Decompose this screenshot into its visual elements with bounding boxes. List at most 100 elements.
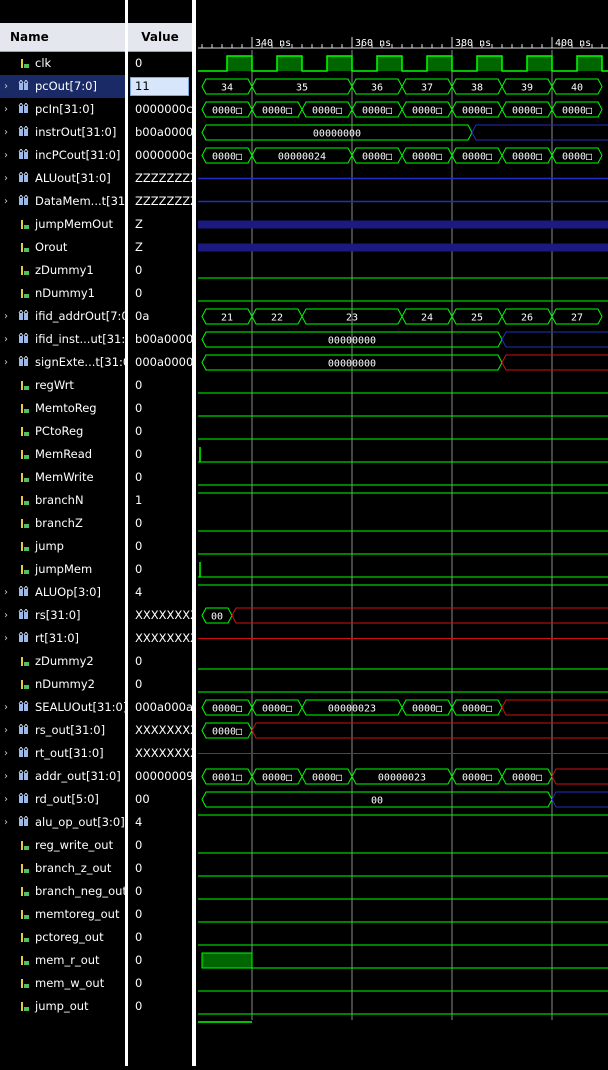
signal-row-name[interactable]: memtoreg_out — [0, 903, 125, 926]
signal-row-name[interactable]: clk — [0, 52, 125, 75]
signal-row-value[interactable]: 0 — [128, 282, 192, 305]
signal-row-value[interactable]: 0 — [128, 52, 192, 75]
signal-row-name[interactable]: mem_w_out — [0, 972, 125, 995]
signal-row-name[interactable]: nDummy1 — [0, 282, 125, 305]
pane-divider[interactable] — [192, 0, 196, 1066]
chevron-right-icon[interactable]: › — [4, 788, 14, 811]
signal-row-name[interactable]: branchN — [0, 489, 125, 512]
signal-row-name[interactable]: › instrOut[31:0] — [0, 121, 125, 144]
signal-row-value[interactable]: 4 — [128, 581, 192, 604]
signal-row-value[interactable]: 0 — [128, 926, 192, 949]
signal-row-value[interactable]: 1 — [128, 489, 192, 512]
signal-row-name[interactable]: › SEALUOut[31:0] — [0, 696, 125, 719]
waveform-pane[interactable]: 340 ns 360 ns 380 ns 400 ns 34 35 36 37 38 39 40 00… — [198, 0, 608, 1066]
signal-row-name[interactable]: jump_out — [0, 995, 125, 1018]
chevron-right-icon[interactable]: › — [4, 305, 14, 328]
chevron-right-icon[interactable]: › — [4, 144, 14, 167]
signal-row-value[interactable]: 0 — [128, 420, 192, 443]
signal-row-name[interactable]: › incPCout[31:0] — [0, 144, 125, 167]
chevron-right-icon[interactable]: › — [4, 604, 14, 627]
signal-row-name[interactable]: › ifid_inst...ut[31:0] — [0, 328, 125, 351]
chevron-right-icon[interactable]: › — [4, 75, 14, 98]
signal-row-value[interactable]: XXXXXXXX — [128, 719, 192, 742]
signal-row-value[interactable]: 0 — [128, 259, 192, 282]
signal-row-value[interactable]: 0 — [128, 650, 192, 673]
signal-row-value[interactable]: 0 — [128, 443, 192, 466]
signal-row-value[interactable]: 0 — [128, 512, 192, 535]
chevron-right-icon[interactable]: › — [4, 696, 14, 719]
signal-row-value[interactable]: XXXXXXXX — [128, 604, 192, 627]
signal-row-value[interactable]: Z — [128, 236, 192, 259]
signal-row-name[interactable]: reg_write_out — [0, 834, 125, 857]
chevron-right-icon[interactable]: › — [4, 351, 14, 374]
signal-row-name[interactable]: › pcOut[7:0] — [0, 75, 125, 98]
signal-row-name[interactable]: › addr_out[31:0] — [0, 765, 125, 788]
signal-row-name[interactable]: jump — [0, 535, 125, 558]
signal-row-name[interactable]: › rs_out[31:0] — [0, 719, 125, 742]
chevron-right-icon[interactable]: › — [4, 581, 14, 604]
signal-row-value[interactable]: 000a000a — [128, 696, 192, 719]
chevron-right-icon[interactable]: › — [4, 811, 14, 834]
signal-row-value[interactable]: Z — [128, 213, 192, 236]
signal-row-name[interactable]: › ALUOp[3:0] — [0, 581, 125, 604]
chevron-right-icon[interactable]: › — [4, 98, 14, 121]
waveform-canvas[interactable]: 340 ns 360 ns 380 ns 400 ns 34 35 36 37 38 39 40 00… — [198, 0, 608, 1066]
signal-row-value[interactable]: 000a0000 — [128, 351, 192, 374]
value-column-header[interactable]: Value — [128, 23, 192, 52]
signal-row-value[interactable]: 0 — [128, 834, 192, 857]
signal-row-value[interactable]: 0 — [128, 903, 192, 926]
signal-row-value[interactable]: 0 — [128, 995, 192, 1018]
signal-row-value[interactable]: ZZZZZZZZ — [128, 190, 192, 213]
chevron-right-icon[interactable]: › — [4, 719, 14, 742]
signal-row-name[interactable]: zDummy1 — [0, 259, 125, 282]
signal-row-value[interactable]: b00a0000 — [128, 328, 192, 351]
signal-row-value[interactable]: 0 — [128, 374, 192, 397]
signal-row-value[interactable]: 0 — [128, 880, 192, 903]
chevron-right-icon[interactable]: › — [4, 121, 14, 144]
signal-row-name[interactable]: › alu_op_out[3:0] — [0, 811, 125, 834]
signal-row-name[interactable]: zDummy2 — [0, 650, 125, 673]
signal-row-name[interactable]: Orout — [0, 236, 125, 259]
name-column-header[interactable]: Name — [0, 23, 125, 52]
signal-row-name[interactable]: jumpMem — [0, 558, 125, 581]
signal-row-value[interactable]: 11 — [128, 75, 192, 98]
signal-row-value[interactable]: 00 — [128, 788, 192, 811]
signal-row-name[interactable]: branch_neg_out — [0, 880, 125, 903]
chevron-right-icon[interactable]: › — [4, 627, 14, 650]
signal-row-name[interactable]: PCtoReg — [0, 420, 125, 443]
chevron-right-icon[interactable]: › — [4, 167, 14, 190]
signal-row-name[interactable]: › DataMem...t[31:0] — [0, 190, 125, 213]
signal-row-name[interactable]: › signExte...t[31:0] — [0, 351, 125, 374]
chevron-right-icon[interactable]: › — [4, 765, 14, 788]
signal-row-name[interactable]: MemRead — [0, 443, 125, 466]
signal-row-name[interactable]: jumpMemOut — [0, 213, 125, 236]
signal-row-name[interactable]: regWrt — [0, 374, 125, 397]
signal-row-name[interactable]: › rt[31:0] — [0, 627, 125, 650]
signal-row-name[interactable]: mem_r_out — [0, 949, 125, 972]
signal-row-name[interactable]: › pcIn[31:0] — [0, 98, 125, 121]
signal-row-name[interactable]: › rd_out[5:0] — [0, 788, 125, 811]
chevron-right-icon[interactable]: › — [4, 742, 14, 765]
signal-row-name[interactable]: › rs[31:0] — [0, 604, 125, 627]
signal-row-name[interactable]: MemWrite — [0, 466, 125, 489]
signal-row-name[interactable]: pctoreg_out — [0, 926, 125, 949]
signal-row-value[interactable]: 0 — [128, 466, 192, 489]
signal-row-value[interactable]: 0 — [128, 535, 192, 558]
signal-row-name[interactable]: nDummy2 — [0, 673, 125, 696]
signal-row-value[interactable]: 0 — [128, 949, 192, 972]
signal-row-value[interactable]: XXXXXXXX — [128, 742, 192, 765]
signal-row-value[interactable]: 00000009 — [128, 765, 192, 788]
signal-row-name[interactable]: › ALUout[31:0] — [0, 167, 125, 190]
signal-row-value[interactable]: 0000000c — [128, 98, 192, 121]
signal-row-value[interactable]: 0 — [128, 558, 192, 581]
signal-row-name[interactable]: MemtoReg — [0, 397, 125, 420]
signal-row-value[interactable]: 4 — [128, 811, 192, 834]
chevron-right-icon[interactable]: › — [4, 328, 14, 351]
signal-row-value[interactable]: 0 — [128, 972, 192, 995]
signal-row-value[interactable]: 0 — [128, 673, 192, 696]
signal-row-name[interactable]: › ifid_addrOut[7:0] — [0, 305, 125, 328]
signal-row-value[interactable]: 0 — [128, 397, 192, 420]
signal-row-value[interactable]: b00a0000 — [128, 121, 192, 144]
signal-row-name[interactable]: branchZ — [0, 512, 125, 535]
signal-row-name[interactable]: branch_z_out — [0, 857, 125, 880]
